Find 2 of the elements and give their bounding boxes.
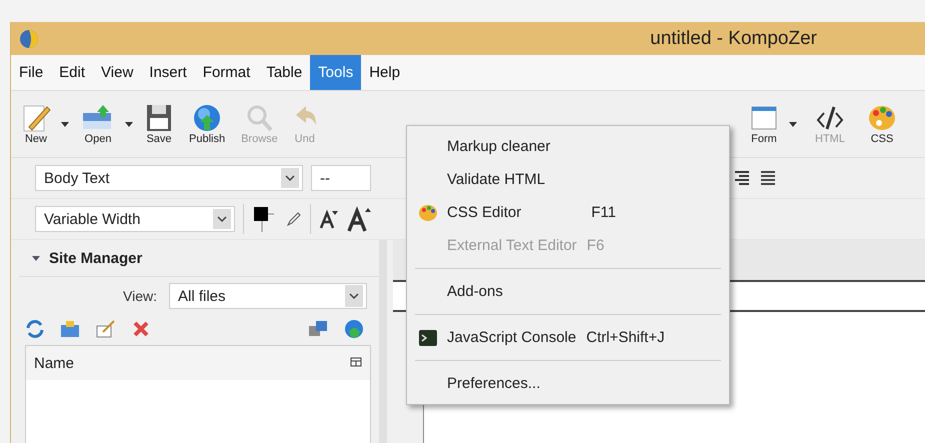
window-title: untitled - KompoZer [649,28,818,50]
view-label: View: [123,288,157,304]
